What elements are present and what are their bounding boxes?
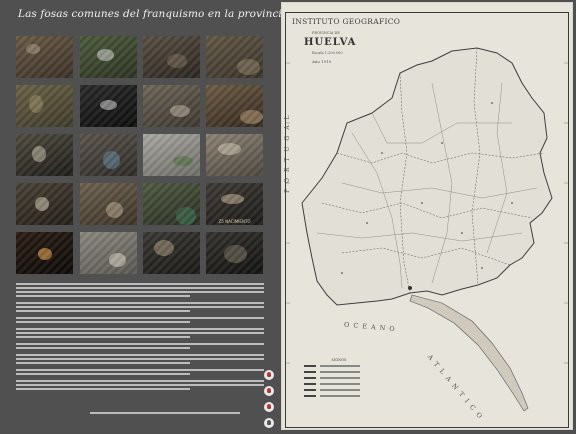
sponsor-logos: [264, 370, 278, 434]
map-legend: SIGNOS: [304, 358, 374, 418]
photo-bottles-in-ground: [80, 134, 137, 176]
historic-map: INSTITUTO GEOGRAFICO PROVINCIA DE HUELVA…: [281, 2, 573, 430]
photo-dark-doorway: [80, 85, 137, 127]
photo-misty-field-sign: [143, 134, 200, 176]
province-outline: [301, 47, 553, 306]
photo-skull-with-label: Z5 NACIMIENTO: [206, 183, 263, 225]
body-paragraph: [16, 369, 264, 375]
portugal-label: PORTUGAL: [284, 109, 291, 193]
body-paragraph: [16, 283, 264, 297]
body-text: [16, 283, 264, 411]
photo-skull-with-scale: [16, 134, 73, 176]
photo-grave-outline: [80, 36, 137, 78]
photo-bones-in-soil: [143, 85, 200, 127]
body-paragraph: [16, 317, 264, 323]
photo-skeleton-remains: [80, 183, 137, 225]
sponsor-logo-icon: [264, 418, 274, 428]
photo-pit-with-people: [206, 36, 263, 78]
body-paragraph: [16, 380, 264, 390]
photo-bone-fragments: [143, 232, 200, 274]
body-paragraph: [16, 354, 264, 364]
poster-left-panel: Las fosas comunes del franquismo en la p…: [0, 0, 347, 434]
coast-strip: [409, 294, 529, 412]
photo-caption: Z5 NACIMIENTO: [218, 219, 251, 224]
body-paragraph: [16, 343, 264, 349]
photo-skulls-row: [16, 183, 73, 225]
photo-hand-bones-tray: [80, 232, 137, 274]
photo-team-with-green-box: [143, 183, 200, 225]
photo-hands-cleaning-bones: [206, 85, 263, 127]
legend-title: SIGNOS: [331, 358, 347, 362]
photo-field-grass: [16, 85, 73, 127]
photo-lamp-in-dark: [16, 232, 73, 274]
photo-workers-in-trench: [143, 36, 200, 78]
photo-excavation-site: [16, 36, 73, 78]
sponsor-logo-icon: [264, 386, 274, 396]
photo-bones-close-up: [206, 134, 263, 176]
body-paragraph: [16, 302, 264, 312]
poster-title: Las fosas comunes del franquismo en la p…: [18, 8, 347, 20]
sponsor-logo-icon: [264, 370, 274, 380]
photo-bones-pile: [206, 232, 263, 274]
credits-line: [90, 412, 240, 414]
sponsor-logo-icon: [264, 402, 274, 412]
body-paragraph: [16, 328, 264, 338]
